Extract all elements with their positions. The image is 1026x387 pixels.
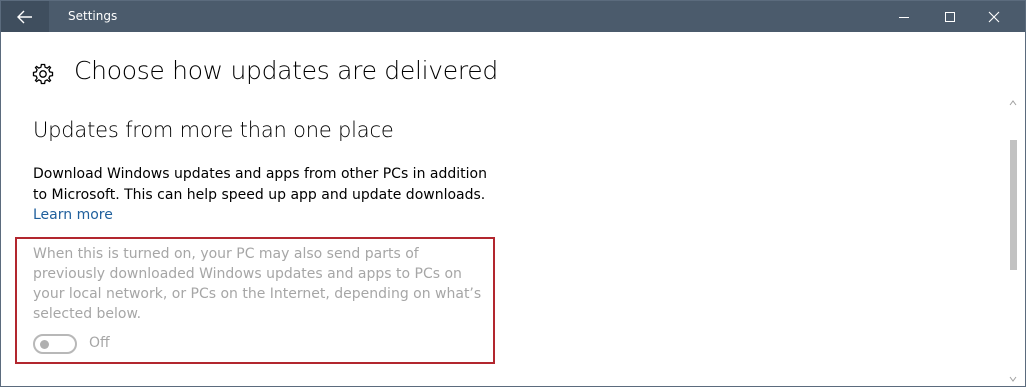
toggle-knob xyxy=(40,340,49,349)
toggle-state-label: Off xyxy=(89,335,110,351)
minimize-button[interactable] xyxy=(881,1,927,32)
scroll-thumb[interactable] xyxy=(1010,140,1017,270)
learn-more-link[interactable]: Learn more xyxy=(33,205,113,225)
settings-content: Choose how updates are delivered Updates… xyxy=(1,32,1025,386)
close-button[interactable] xyxy=(971,1,1017,32)
minimize-icon xyxy=(899,16,909,18)
vertical-scrollbar[interactable] xyxy=(1007,98,1019,384)
page-title: Choose how updates are delivered xyxy=(74,56,498,85)
gear-icon xyxy=(32,63,54,85)
window-title: Settings xyxy=(68,9,118,23)
maximize-button[interactable] xyxy=(927,1,973,32)
maximize-icon xyxy=(945,11,955,22)
title-bar: Settings xyxy=(1,1,1025,32)
scroll-up-icon[interactable] xyxy=(1007,98,1019,108)
scroll-down-icon[interactable] xyxy=(1007,374,1019,384)
delivery-optimization-text: When this is turned on, your PC may also… xyxy=(33,246,482,322)
settings-window: Settings Choose how updates are delivere… xyxy=(0,0,1026,387)
back-arrow-icon xyxy=(17,10,32,23)
description-text: Download Windows updates and apps from o… xyxy=(33,166,487,203)
delivery-toggle[interactable] xyxy=(33,334,77,354)
back-button[interactable] xyxy=(1,1,49,32)
section-title: Updates from more than one place xyxy=(33,118,394,142)
close-icon xyxy=(988,11,1000,22)
